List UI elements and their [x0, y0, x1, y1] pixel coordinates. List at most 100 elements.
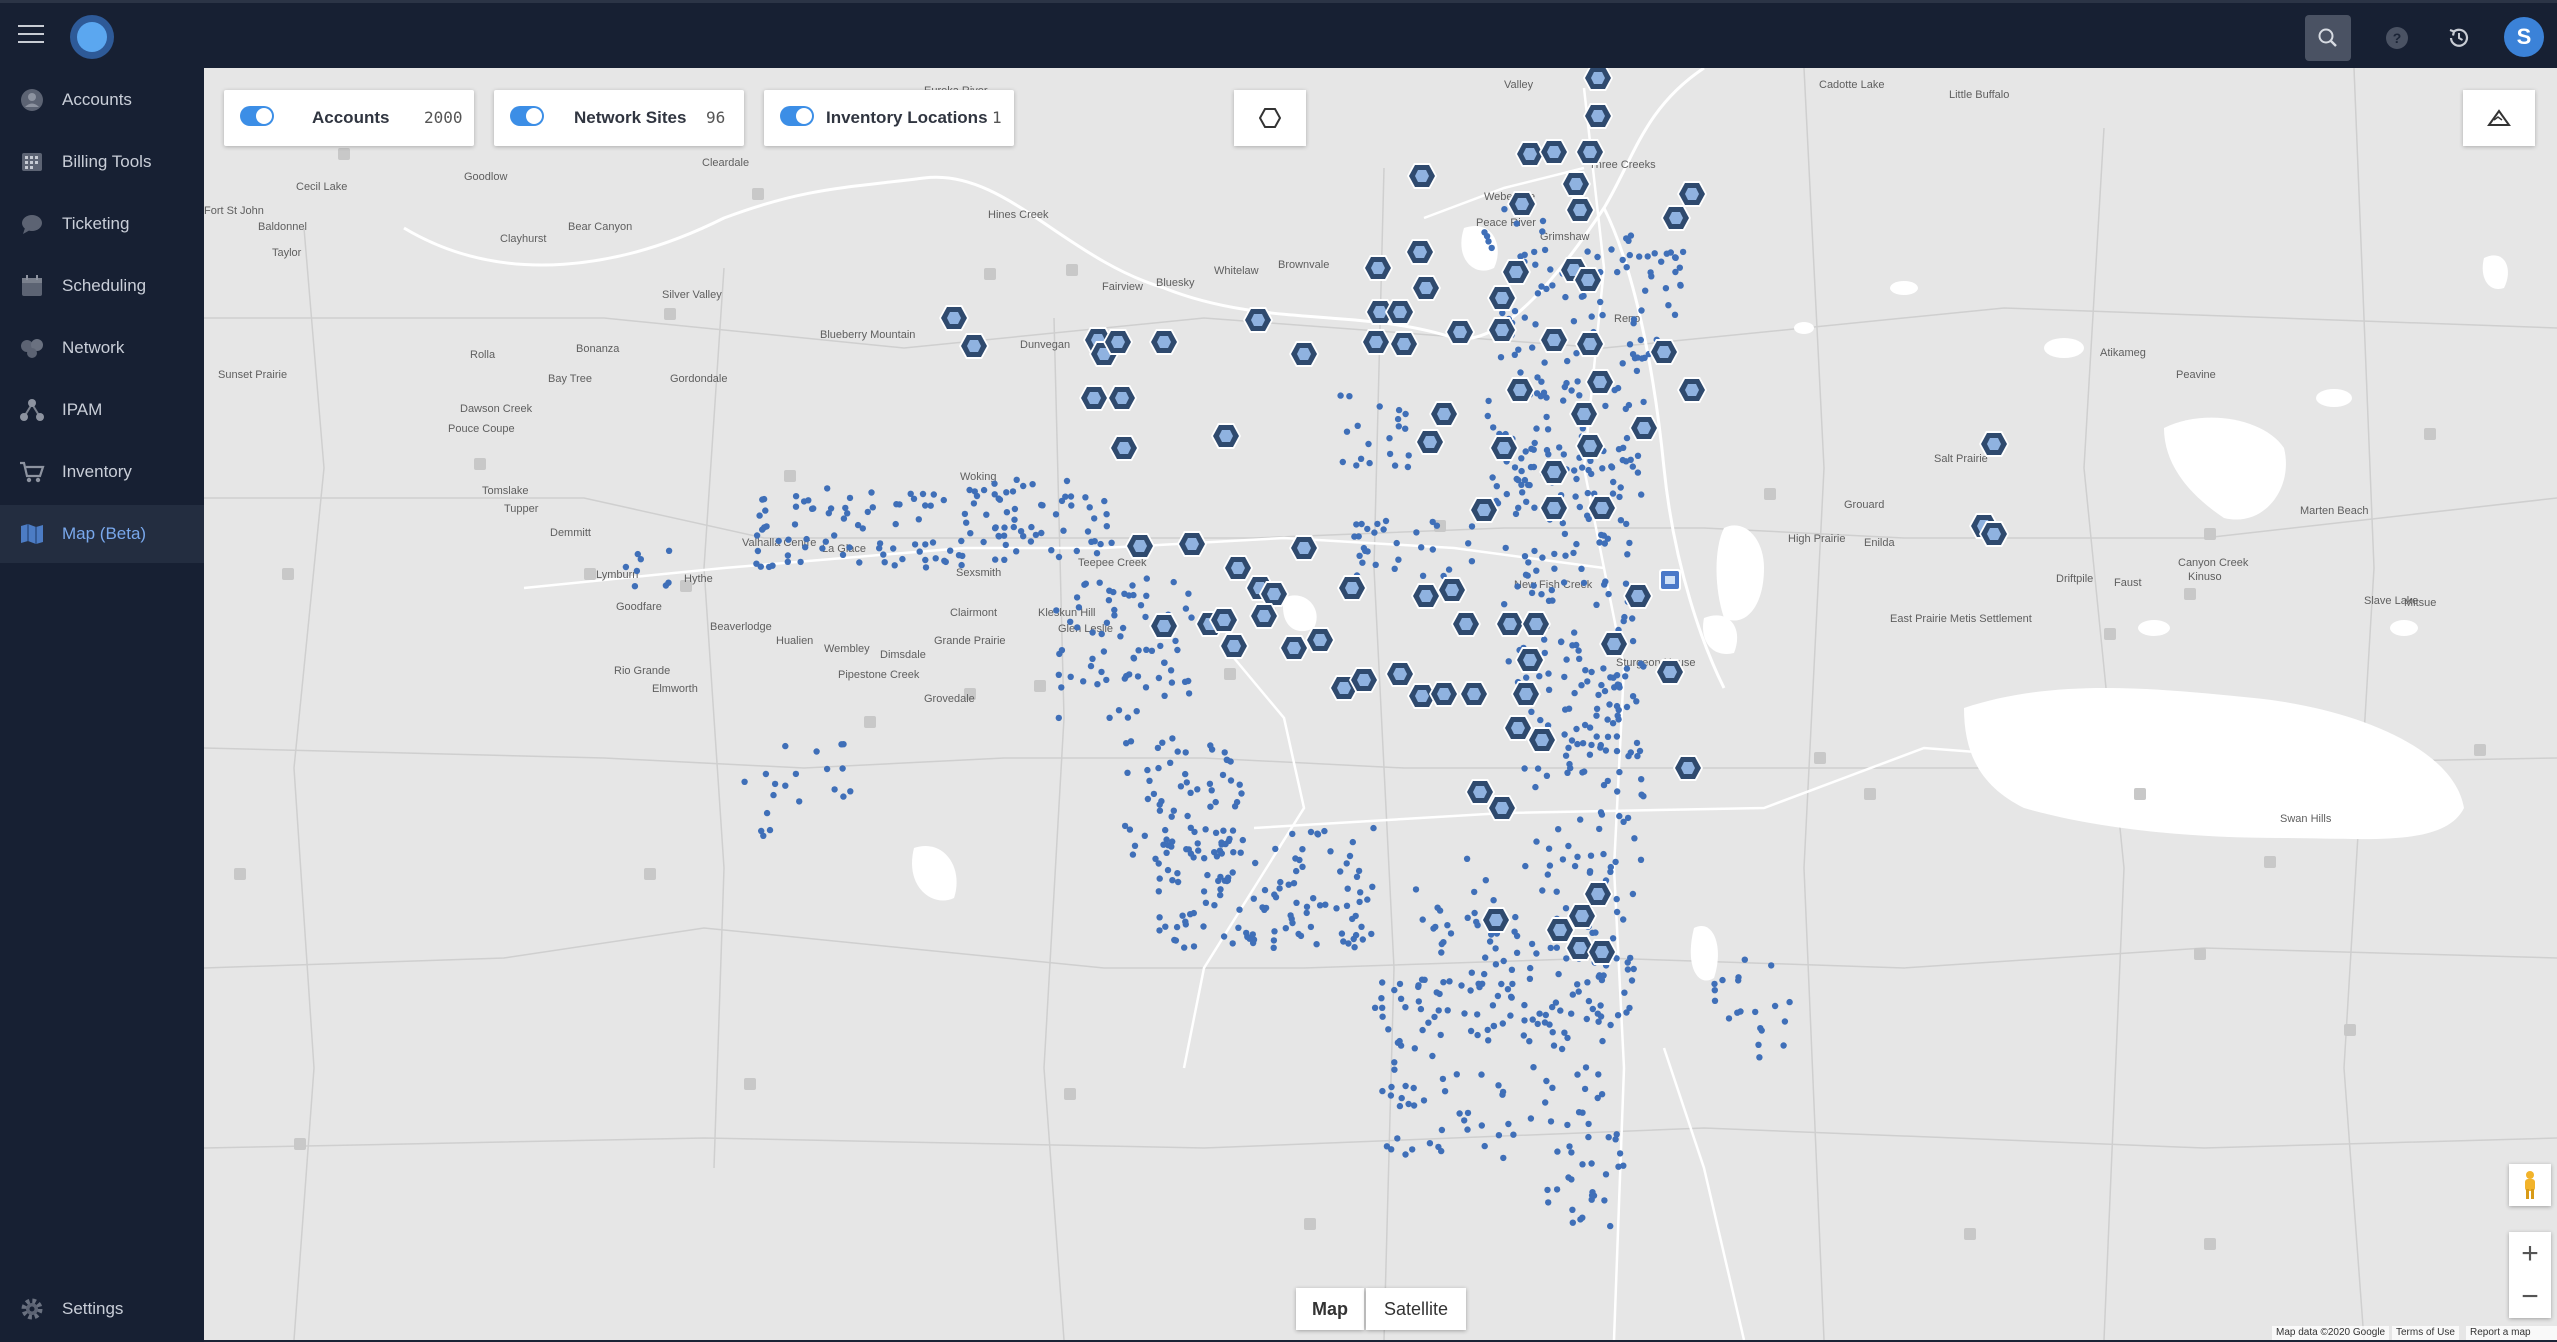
account-marker[interactable] [1599, 1037, 1606, 1045]
account-marker[interactable] [1509, 980, 1516, 988]
account-marker[interactable] [1568, 737, 1576, 744]
account-marker[interactable] [1510, 1131, 1517, 1138]
account-marker[interactable] [1174, 870, 1181, 877]
account-marker[interactable] [1623, 264, 1630, 271]
network-site-marker[interactable] [1487, 285, 1517, 311]
account-marker[interactable] [1420, 1097, 1428, 1104]
account-marker[interactable] [1501, 601, 1508, 608]
account-marker[interactable] [1633, 739, 1641, 747]
account-marker[interactable] [1532, 261, 1539, 268]
account-marker[interactable] [1073, 594, 1081, 601]
account-marker[interactable] [1382, 517, 1390, 525]
account-marker[interactable] [1097, 540, 1104, 548]
account-marker[interactable] [1187, 824, 1194, 831]
account-marker[interactable] [770, 791, 777, 799]
account-marker[interactable] [1597, 1002, 1604, 1009]
account-marker[interactable] [1456, 1110, 1463, 1117]
accounts-layer-toggle[interactable] [240, 106, 274, 126]
account-marker[interactable] [1505, 658, 1512, 665]
account-marker[interactable] [1415, 982, 1422, 989]
network-site-marker[interactable] [1629, 415, 1659, 441]
account-marker[interactable] [753, 532, 761, 539]
account-marker[interactable] [1413, 529, 1420, 536]
sidebar-item-scheduling[interactable]: Scheduling [0, 257, 204, 315]
account-marker[interactable] [1521, 1017, 1528, 1024]
account-marker[interactable] [1640, 398, 1647, 406]
account-marker[interactable] [1067, 493, 1075, 500]
account-marker[interactable] [1417, 1005, 1425, 1013]
network-site-marker[interactable] [1125, 533, 1155, 559]
account-marker[interactable] [1768, 962, 1775, 969]
account-marker[interactable] [1780, 1042, 1787, 1049]
account-marker[interactable] [1551, 550, 1558, 558]
account-marker[interactable] [1425, 1019, 1432, 1026]
account-marker[interactable] [1512, 510, 1520, 518]
account-marker[interactable] [1467, 987, 1474, 994]
account-marker[interactable] [792, 493, 800, 500]
account-marker[interactable] [930, 491, 937, 498]
account-marker[interactable] [1296, 856, 1303, 864]
account-marker[interactable] [1578, 293, 1586, 300]
account-marker[interactable] [1262, 904, 1270, 912]
account-marker[interactable] [803, 535, 810, 543]
account-marker[interactable] [1613, 908, 1621, 916]
account-marker[interactable] [1544, 426, 1552, 433]
account-marker[interactable] [1588, 1160, 1595, 1167]
account-marker[interactable] [911, 541, 919, 548]
account-marker[interactable] [1202, 899, 1210, 906]
account-marker[interactable] [839, 765, 846, 772]
account-marker[interactable] [1518, 455, 1525, 462]
terrain-button[interactable] [2463, 90, 2535, 146]
account-marker[interactable] [1505, 1120, 1512, 1128]
account-marker[interactable] [791, 521, 799, 528]
account-marker[interactable] [1182, 918, 1189, 925]
account-marker[interactable] [970, 500, 978, 507]
account-marker[interactable] [942, 558, 949, 566]
account-marker[interactable] [1530, 582, 1537, 589]
account-marker[interactable] [1185, 677, 1192, 685]
account-marker[interactable] [1543, 446, 1551, 454]
account-marker[interactable] [1123, 672, 1130, 680]
account-marker[interactable] [1467, 1027, 1475, 1035]
account-marker[interactable] [1521, 314, 1529, 321]
account-marker[interactable] [1391, 462, 1399, 469]
account-marker[interactable] [1571, 467, 1578, 474]
account-marker[interactable] [1672, 254, 1679, 261]
account-marker[interactable] [1578, 682, 1585, 689]
account-marker[interactable] [1581, 768, 1588, 775]
network-site-marker[interactable] [939, 305, 969, 331]
account-marker[interactable] [1001, 556, 1008, 563]
account-marker[interactable] [1233, 798, 1241, 806]
account-marker[interactable] [1569, 991, 1577, 998]
account-marker[interactable] [1385, 1026, 1392, 1033]
account-marker[interactable] [1081, 581, 1088, 588]
account-marker[interactable] [1250, 895, 1258, 902]
account-marker[interactable] [1545, 670, 1552, 677]
account-marker[interactable] [1540, 389, 1548, 396]
account-marker[interactable] [1629, 463, 1637, 470]
avatar[interactable]: S [2504, 17, 2544, 57]
account-marker[interactable] [1156, 927, 1163, 934]
account-marker[interactable] [1091, 538, 1098, 545]
account-marker[interactable] [1558, 638, 1565, 645]
account-marker[interactable] [1575, 988, 1582, 995]
account-marker[interactable] [1364, 525, 1371, 533]
account-marker[interactable] [1546, 862, 1554, 869]
account-marker[interactable] [1511, 928, 1518, 935]
account-marker[interactable] [1539, 228, 1546, 235]
account-marker[interactable] [1433, 989, 1440, 996]
zoom-in-button[interactable]: + [2509, 1232, 2551, 1275]
account-marker[interactable] [1048, 547, 1055, 554]
account-marker[interactable] [1499, 1091, 1506, 1098]
account-marker[interactable] [761, 524, 768, 531]
account-marker[interactable] [1617, 517, 1625, 524]
network-site-marker[interactable] [1587, 495, 1617, 521]
account-marker[interactable] [1410, 1102, 1418, 1109]
account-marker[interactable] [1170, 807, 1177, 814]
account-marker[interactable] [1517, 253, 1524, 260]
account-marker[interactable] [1409, 1146, 1416, 1153]
account-marker[interactable] [1270, 944, 1277, 951]
account-marker[interactable] [1395, 556, 1402, 563]
account-marker[interactable] [1358, 923, 1365, 930]
account-marker[interactable] [1553, 944, 1561, 951]
